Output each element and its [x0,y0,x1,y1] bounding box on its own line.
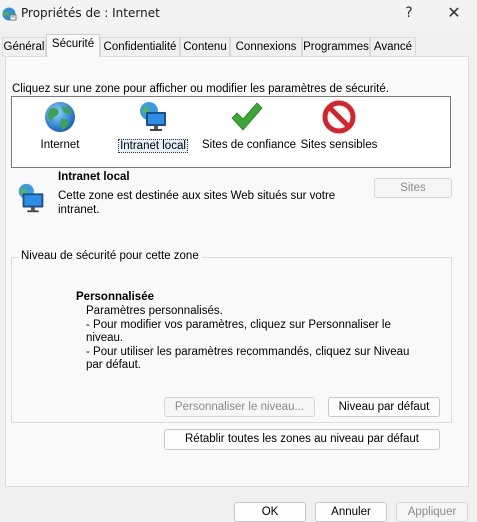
tab-security[interactable]: Sécurité [46,34,100,57]
security-level-title: Personnalisée [76,291,154,303]
apply-button[interactable]: Appliquer [396,502,468,522]
level-line: - Pour utiliser les paramètres recommand… [86,345,410,372]
level-line: Paramètres personnalisés. [86,305,223,317]
zone-list: Internet Intranet local Sites de confian… [11,96,451,168]
reset-all-zones-button[interactable]: Rétablir toutes les zones au niveau par … [164,429,440,450]
zone-local-intranet[interactable]: Intranet local [108,99,198,153]
tab-advanced[interactable]: Avancé [370,37,416,57]
zone-restricted-sites[interactable]: Sites sensibles [294,99,384,151]
close-button[interactable]: ✕ [446,3,462,22]
default-level-button[interactable]: Niveau par défaut [328,397,440,417]
selected-zone-description: Cette zone est destinée aux sites Web si… [58,190,336,216]
tab-content[interactable]: Contenu [180,37,230,57]
prohibited-icon [322,100,356,134]
zone-label: Sites de confiance [202,139,296,151]
local-intranet-icon [18,183,44,213]
custom-level-button[interactable]: Personnaliser le niveau... [164,397,315,417]
tab-privacy[interactable]: Confidentialité [100,37,180,57]
zone-label: Sites sensibles [300,139,378,151]
ok-button[interactable]: OK [234,502,306,522]
level-line: - Pour modifier vos paramètres, cliquez … [86,318,391,345]
tab-strip: Général Sécurité Confidentialité Contenu… [0,34,477,57]
zone-label: Intranet local [118,139,188,153]
internet-options-icon [2,7,17,21]
zone-internet[interactable]: Internet [15,99,105,151]
title-bar: Propriétés de : Internet ? ✕ [0,0,477,32]
zone-label: Internet [40,139,80,151]
cancel-button[interactable]: Annuler [315,502,387,522]
checkmark-icon [231,102,263,131]
security-level-description: Paramètres personnalisés. - Pour modifie… [86,305,426,373]
network-monitor-icon [140,102,166,131]
tab-programs[interactable]: Programmes [302,37,370,57]
window-title: Propriétés de : Internet [21,6,160,20]
globe-icon [45,102,75,132]
tab-connections[interactable]: Connexions [230,37,302,57]
zone-instruction-text: Cliquez sur une zone pour afficher ou mo… [12,83,389,95]
tab-general[interactable]: Général [2,37,46,57]
zone-trusted-sites[interactable]: Sites de confiance [201,99,296,151]
sites-button[interactable]: Sites [374,178,452,198]
selected-zone-title: Intranet local [58,171,130,183]
help-button[interactable]: ? [402,5,416,21]
security-level-group-label: Niveau de sécurité pour cette zone [18,250,202,262]
